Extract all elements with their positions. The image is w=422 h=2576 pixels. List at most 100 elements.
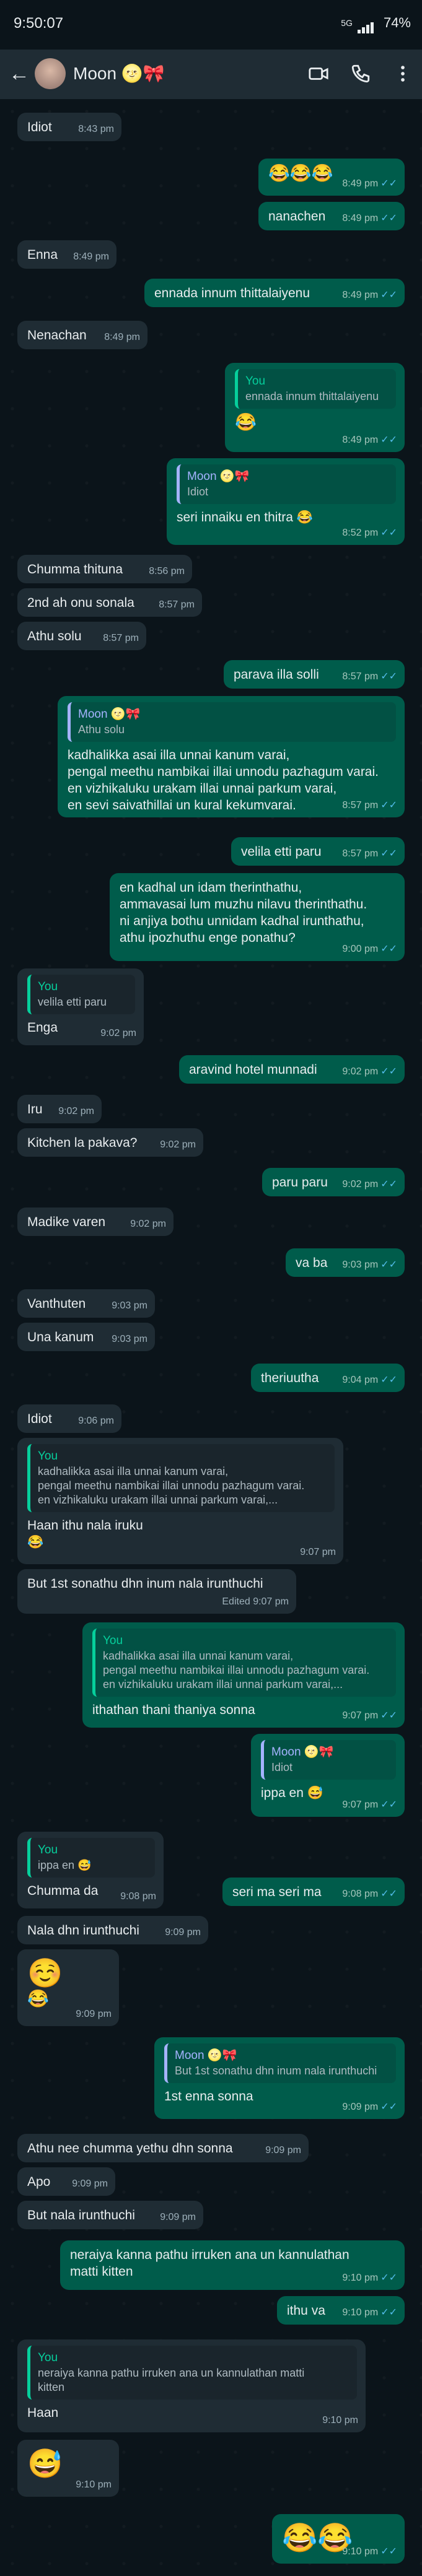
message-incoming[interactable]: You ippa en 😅 Chumma da 9:08 pm (17, 1832, 164, 1908)
quote-text: Athu solu (78, 723, 125, 736)
message-outgoing[interactable]: velila etti paru 8:57 pm ✓✓ (231, 837, 405, 866)
message-outgoing[interactable]: Moon 🌝🎀 But 1st sonathu dhn inum nala ir… (154, 2037, 405, 2119)
message-incoming[interactable]: You velila etti paru Enga 9:02 pm (17, 968, 144, 1045)
message-time: 8:49 pm (342, 435, 379, 445)
message-text: neraiya kanna pathu irruken ana un kannu… (70, 2248, 349, 2279)
message-incoming[interactable]: Apo 9:09 pm (17, 2167, 115, 2196)
message-text: va ba (296, 1256, 328, 1270)
message-text: Athu solu (27, 629, 82, 643)
message-outgoing[interactable]: Moon 🌝🎀 Idiot ippa en 😅 9:07 pm ✓✓ (251, 1734, 405, 1817)
status-time: 9:50:07 (14, 15, 64, 32)
message-outgoing[interactable]: Moon 🌝🎀 Idiot seri innaiku en thitra 😂 8… (167, 458, 405, 545)
message-incoming[interactable]: Nala dhn irunthuchi 9:09 pm (17, 1916, 208, 1944)
quoted-message[interactable]: Moon 🌝🎀 Athu solu (68, 702, 396, 742)
message-text: But nala irunthuchi (27, 2208, 135, 2222)
message-outgoing[interactable]: 😂😂 9:10 pm ✓✓ (272, 2514, 405, 2564)
quoted-message[interactable]: You neraiya kanna pathu irruken ana un k… (27, 2346, 357, 2400)
message-outgoing[interactable]: en kadhal un idam therinthathu, ammavasa… (110, 873, 405, 961)
message-incoming[interactable]: 2nd ah onu sonala 8:57 pm (17, 588, 202, 617)
back-arrow-icon[interactable]: ← (9, 62, 30, 86)
message-text: 😂 (235, 412, 257, 432)
message-time: 9:09 pm (76, 2009, 112, 2019)
message-time: 9:08 pm (120, 1891, 156, 1902)
message-time: 9:10 pm (322, 2415, 358, 2426)
read-receipt-icon: ✓✓ (380, 1066, 397, 1077)
message-outgoing[interactable]: aravind hotel munnadi 9:02 pm ✓✓ (179, 1055, 405, 1084)
message-outgoing[interactable]: You kadhalikka asai illa unnai kanum var… (82, 1622, 405, 1728)
contact-name[interactable]: Moon 🌝🎀 (73, 63, 165, 84)
message-incoming[interactable]: Vanthuten 9:03 pm (17, 1289, 155, 1318)
message-time: 9:09 pm (342, 2102, 379, 2112)
message-outgoing[interactable]: You ennada innum thittalaiyenu 😂 8:49 pm… (225, 363, 405, 452)
message-outgoing[interactable]: 😂😂😂 8:49 pm ✓✓ (258, 159, 405, 196)
quoted-message[interactable]: You ippa en 😅 (27, 1838, 155, 1878)
message-incoming[interactable]: Madike varen 9:02 pm (17, 1208, 174, 1236)
read-receipt-icon: ✓✓ (380, 2546, 397, 2557)
message-incoming[interactable]: Athu solu 8:57 pm (17, 622, 146, 650)
message-outgoing[interactable]: neraiya kanna pathu irruken ana un kannu… (60, 2240, 405, 2290)
message-outgoing[interactable]: Moon 🌝🎀 Athu solu kadhalikka asai illa u… (58, 696, 405, 817)
message-outgoing[interactable]: paru paru 9:02 pm ✓✓ (262, 1168, 405, 1196)
video-call-icon[interactable] (308, 63, 329, 84)
message-text: Chumma thituna (27, 562, 123, 577)
quoted-message[interactable]: Moon 🌝🎀 Idiot (177, 464, 396, 504)
message-incoming[interactable]: Athu nee chumma yethu dhn sonna 9:09 pm (17, 2134, 309, 2162)
message-incoming[interactable]: ☺️ 😂 9:09 pm (17, 1949, 119, 2026)
message-time: 9:09 pm (160, 2212, 196, 2222)
message-time: 8:49 pm (342, 213, 379, 224)
message-incoming[interactable]: But 1st sonathu dhn inum nala irunthuchi… (17, 1569, 296, 1614)
quoted-message[interactable]: You kadhalikka asai illa unnai kanum var… (92, 1629, 396, 1697)
read-receipt-icon: ✓✓ (380, 1179, 397, 1190)
read-receipt-icon: ✓✓ (380, 1375, 397, 1385)
message-outgoing[interactable]: ennada innum thittalaiyenu 8:49 pm ✓✓ (144, 279, 405, 307)
quoted-message[interactable]: Moon 🌝🎀 Idiot (261, 1740, 396, 1780)
quoted-message[interactable]: You kadhalikka asai illa unnai kanum var… (27, 1444, 335, 1512)
read-receipt-icon: ✓✓ (380, 848, 397, 859)
network-type: 5G (341, 18, 353, 28)
quoted-message[interactable]: Moon 🌝🎀 But 1st sonathu dhn inum nala ir… (164, 2043, 396, 2083)
message-text: Nala dhn irunthuchi (27, 1923, 139, 1938)
message-text: Vanthuten (27, 1297, 86, 1311)
message-incoming[interactable]: You kadhalikka asai illa unnai kanum var… (17, 1438, 343, 1564)
message-text: Haan (27, 2406, 59, 2420)
message-incoming[interactable]: Enna 8:49 pm (17, 240, 116, 269)
message-time: 8:57 pm (342, 671, 379, 682)
message-text: Una kanum (27, 1330, 94, 1344)
message-incoming[interactable]: Una kanum 9:03 pm (17, 1323, 155, 1351)
message-text: ippa en 😅 (261, 1786, 323, 1800)
message-outgoing[interactable]: ithu va 9:10 pm ✓✓ (277, 2296, 405, 2325)
more-options-icon[interactable] (392, 63, 413, 84)
quoted-message[interactable]: You ennada innum thittalaiyenu (235, 369, 396, 409)
message-text: ithathan thani thaniya sonna (92, 1703, 255, 1717)
read-receipt-icon: ✓✓ (380, 435, 397, 445)
message-outgoing[interactable]: parava illa solli 8:57 pm ✓✓ (224, 660, 405, 689)
message-incoming[interactable]: Chumma thituna 8:56 pm (17, 555, 192, 583)
avatar[interactable] (35, 58, 66, 89)
message-incoming[interactable]: Kitchen la pakava? 9:02 pm (17, 1128, 203, 1157)
chat-area[interactable]: Idiot 8:43 pm 😂😂😂 8:49 pm ✓✓ nanachen 8:4… (0, 99, 422, 2576)
message-incoming[interactable]: Idiot 8:43 pm (17, 113, 121, 141)
message-outgoing[interactable]: seri ma seri ma 9:08 pm ✓✓ (222, 1878, 405, 1906)
message-incoming[interactable]: You neraiya kanna pathu irruken ana un k… (17, 2339, 366, 2432)
read-receipt-icon: ✓✓ (380, 800, 397, 811)
message-text: nanachen (268, 209, 326, 224)
quote-text: ippa en 😅 (38, 1859, 92, 1871)
quote-author: You (38, 1450, 58, 1463)
quote-text: Idiot (271, 1761, 293, 1773)
quote-author: You (38, 1843, 58, 1856)
message-text: Idiot (27, 1412, 52, 1426)
read-receipt-icon: ✓✓ (380, 178, 397, 189)
message-outgoing[interactable]: nanachen 8:49 pm ✓✓ (258, 202, 405, 230)
quote-text: kadhalikka asai illa unnai kanum varai, … (38, 1465, 305, 1506)
message-incoming[interactable]: Idiot 9:06 pm (17, 1404, 121, 1433)
message-incoming[interactable]: 😅 9:10 pm (17, 2440, 119, 2497)
message-text: theriuutha (261, 1371, 319, 1385)
message-incoming[interactable]: Nenachan 8:49 pm (17, 321, 147, 349)
quoted-message[interactable]: You velila etti paru (27, 975, 135, 1014)
message-time: 9:02 pm (130, 1219, 166, 1229)
message-outgoing[interactable]: va ba 9:03 pm ✓✓ (286, 1248, 405, 1277)
message-outgoing[interactable]: theriuutha 9:04 pm ✓✓ (251, 1364, 405, 1392)
voice-call-icon[interactable] (350, 63, 371, 84)
message-incoming[interactable]: Iru 9:02 pm (17, 1095, 102, 1123)
message-incoming[interactable]: But nala irunthuchi 9:09 pm (17, 2201, 203, 2229)
